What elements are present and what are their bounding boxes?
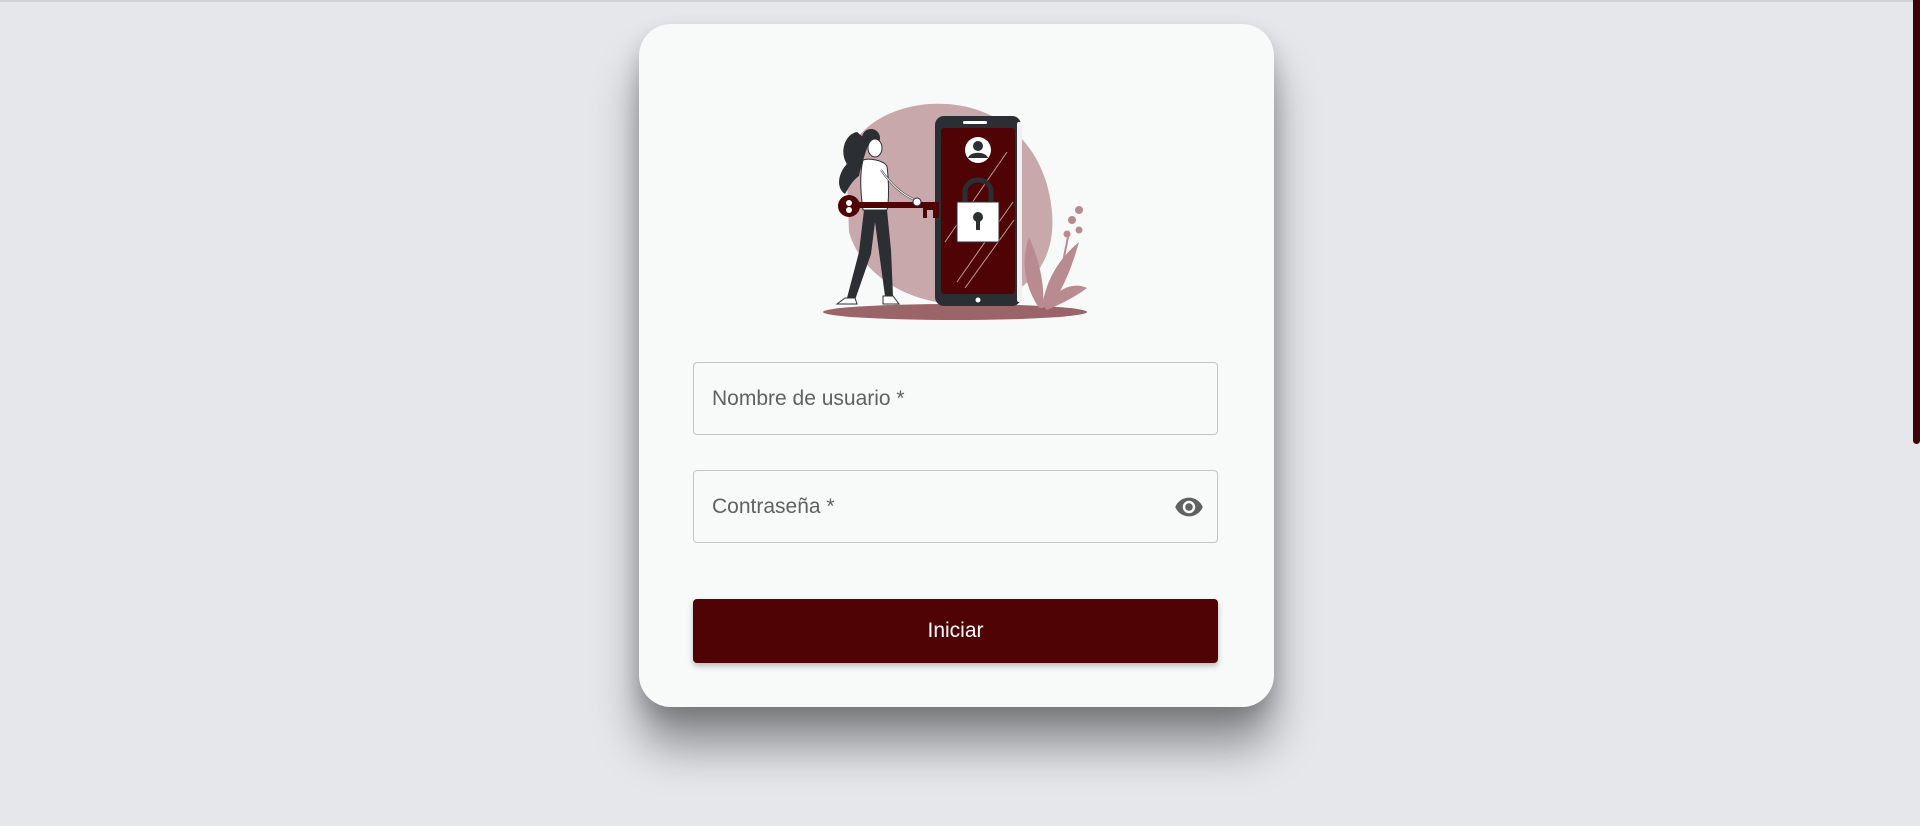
scrollbar-thumb[interactable] — [1913, 0, 1920, 444]
eye-icon — [1175, 497, 1203, 516]
window-top-edge — [0, 0, 1920, 2]
username-field[interactable]: Nombre de usuario * — [693, 362, 1218, 435]
password-field[interactable]: Contraseña * — [693, 470, 1218, 543]
login-card: Nombre de usuario * Contraseña * Iniciar — [639, 24, 1274, 707]
password-input[interactable] — [694, 471, 1217, 542]
username-input[interactable] — [694, 363, 1217, 434]
show-password-button[interactable] — [1173, 491, 1205, 523]
login-button[interactable]: Iniciar — [693, 599, 1218, 663]
woman-unlocking-phone-illustration — [823, 103, 1087, 320]
